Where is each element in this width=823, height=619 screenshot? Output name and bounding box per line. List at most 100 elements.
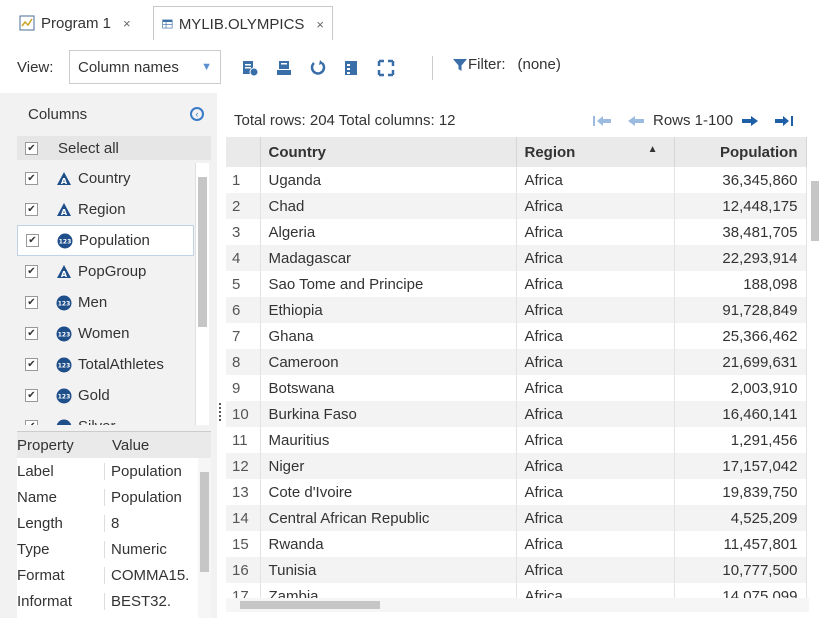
cell-country[interactable]: Cote d'Ivoire — [260, 479, 517, 505]
scrollbar-thumb[interactable] — [200, 472, 209, 572]
filter-control[interactable]: Filter: (none) — [452, 56, 561, 73]
cell-country[interactable]: Ghana — [260, 323, 517, 349]
property-grid-scrollbar[interactable] — [198, 458, 211, 618]
table-row[interactable]: 8 Cameroon Africa 21,699,631 — [226, 349, 807, 375]
table-row[interactable]: 9 Botswana Africa 2,003,910 — [226, 375, 807, 401]
scrollbar-thumb[interactable] — [198, 177, 207, 327]
collapse-panel-icon[interactable]: ‹ — [190, 107, 204, 121]
cell-country[interactable]: Cameroon — [260, 349, 517, 375]
table-row[interactable]: 16 Tunisia Africa 10,777,500 — [226, 557, 807, 583]
scrollbar-thumb[interactable] — [240, 601, 380, 609]
cell-population[interactable]: 19,839,750 — [674, 479, 807, 505]
column-checkbox[interactable]: ✔ — [25, 420, 38, 425]
column-checkbox[interactable]: ✔ — [25, 389, 38, 402]
grid-vertical-scrollbar[interactable] — [809, 167, 821, 595]
cell-region[interactable]: Africa — [516, 479, 675, 505]
next-page-icon[interactable] — [739, 114, 761, 128]
column-item-silver[interactable]: ✔ 123 Silver — [17, 411, 194, 425]
cell-region[interactable]: Africa — [516, 323, 675, 349]
table-row[interactable]: 1 Uganda Africa 36,345,860 — [226, 167, 807, 193]
cell-population[interactable]: 38,481,705 — [674, 219, 807, 245]
column-list-scrollbar[interactable] — [195, 163, 209, 425]
table-row[interactable]: 13 Cote d'Ivoire Africa 19,839,750 — [226, 479, 807, 505]
cell-population[interactable]: 4,525,209 — [674, 505, 807, 531]
table-row[interactable]: 15 Rwanda Africa 11,457,801 — [226, 531, 807, 557]
column-checkbox[interactable]: ✔ — [25, 203, 38, 216]
column-header-region[interactable]: Region ▲ — [516, 137, 675, 167]
column-item-population[interactable]: ✔ 123 Population — [17, 225, 194, 256]
cell-country[interactable]: Niger — [260, 453, 517, 479]
select-all-row[interactable]: ✔ Select all — [17, 136, 211, 160]
column-item-men[interactable]: ✔ 123 Men — [17, 287, 194, 318]
cell-country[interactable]: Mauritius — [260, 427, 517, 453]
column-item-totalathletes[interactable]: ✔ 123 TotalAthletes — [17, 349, 194, 380]
columns-icon[interactable] — [342, 59, 360, 77]
tab-mylib-olympics[interactable]: MYLIB.OLYMPICS × — [153, 6, 333, 41]
cell-region[interactable]: Africa — [516, 375, 675, 401]
table-row[interactable]: 12 Niger Africa 17,157,042 — [226, 453, 807, 479]
cell-region[interactable]: Africa — [516, 167, 675, 193]
column-item-country[interactable]: ✔ A Country — [17, 163, 194, 194]
column-header-population[interactable]: Population — [674, 137, 807, 167]
cell-region[interactable]: Africa — [516, 531, 675, 557]
column-checkbox[interactable]: ✔ — [25, 265, 38, 278]
cell-region[interactable]: Africa — [516, 401, 675, 427]
cell-population[interactable]: 11,457,801 — [674, 531, 807, 557]
column-checkbox[interactable]: ✔ — [25, 296, 38, 309]
column-header-country[interactable]: Country — [260, 137, 517, 167]
cell-region[interactable]: Africa — [516, 505, 675, 531]
cell-region[interactable]: Africa — [516, 453, 675, 479]
cell-region[interactable]: Africa — [516, 557, 675, 583]
close-icon[interactable]: × — [123, 16, 131, 31]
table-row[interactable]: 2 Chad Africa 12,448,175 — [226, 193, 807, 219]
cell-region[interactable]: Africa — [516, 297, 675, 323]
grid-horizontal-scrollbar[interactable] — [226, 598, 809, 612]
cell-country[interactable]: Sao Tome and Principe — [260, 271, 517, 297]
cell-region[interactable]: Africa — [516, 427, 675, 453]
table-row[interactable]: 6 Ethiopia Africa 91,728,849 — [226, 297, 807, 323]
cell-country[interactable]: Madagascar — [260, 245, 517, 271]
table-row[interactable]: 10 Burkina Faso Africa 16,460,141 — [226, 401, 807, 427]
table-row[interactable]: 7 Ghana Africa 25,366,462 — [226, 323, 807, 349]
cell-population[interactable]: 22,293,914 — [674, 245, 807, 271]
cell-population[interactable]: 16,460,141 — [674, 401, 807, 427]
cell-population[interactable]: 25,366,462 — [674, 323, 807, 349]
cell-country[interactable]: Tunisia — [260, 557, 517, 583]
cell-country[interactable]: Chad — [260, 193, 517, 219]
cell-country[interactable]: Central African Republic — [260, 505, 517, 531]
column-checkbox[interactable]: ✔ — [25, 172, 38, 185]
table-row[interactable]: 3 Algeria Africa 38,481,705 — [226, 219, 807, 245]
previous-page-icon[interactable] — [625, 114, 647, 128]
cell-country[interactable]: Ethiopia — [260, 297, 517, 323]
table-row[interactable]: 5 Sao Tome and Principe Africa 188,098 — [226, 271, 807, 297]
cell-population[interactable]: 21,699,631 — [674, 349, 807, 375]
cell-population[interactable]: 10,777,500 — [674, 557, 807, 583]
cell-country[interactable]: Uganda — [260, 167, 517, 193]
cell-region[interactable]: Africa — [516, 193, 675, 219]
column-checkbox[interactable]: ✔ — [25, 327, 38, 340]
cell-country[interactable]: Burkina Faso — [260, 401, 517, 427]
select-all-checkbox[interactable]: ✔ — [25, 141, 38, 155]
column-item-women[interactable]: ✔ 123 Women — [17, 318, 194, 349]
column-item-gold[interactable]: ✔ 123 Gold — [17, 380, 194, 411]
table-row[interactable]: 11 Mauritius Africa 1,291,456 — [226, 427, 807, 453]
save-icon[interactable] — [275, 59, 293, 77]
table-row[interactable]: 14 Central African Republic Africa 4,525,20… — [226, 505, 807, 531]
properties-icon[interactable] — [241, 59, 259, 77]
close-icon[interactable]: × — [316, 17, 324, 32]
column-checkbox[interactable]: ✔ — [26, 234, 39, 247]
scrollbar-thumb[interactable] — [811, 181, 819, 241]
refresh-icon[interactable] — [309, 59, 327, 77]
first-page-icon[interactable] — [591, 114, 613, 128]
cell-region[interactable]: Africa — [516, 219, 675, 245]
cell-country[interactable]: Rwanda — [260, 531, 517, 557]
column-item-popgroup[interactable]: ✔ A PopGroup — [17, 256, 194, 287]
cell-country[interactable]: Botswana — [260, 375, 517, 401]
cell-population[interactable]: 17,157,042 — [674, 453, 807, 479]
cell-population[interactable]: 2,003,910 — [674, 375, 807, 401]
cell-region[interactable]: Africa — [516, 349, 675, 375]
cell-population[interactable]: 91,728,849 — [674, 297, 807, 323]
cell-region[interactable]: Africa — [516, 245, 675, 271]
cell-population[interactable]: 188,098 — [674, 271, 807, 297]
column-item-region[interactable]: ✔ A Region — [17, 194, 194, 225]
